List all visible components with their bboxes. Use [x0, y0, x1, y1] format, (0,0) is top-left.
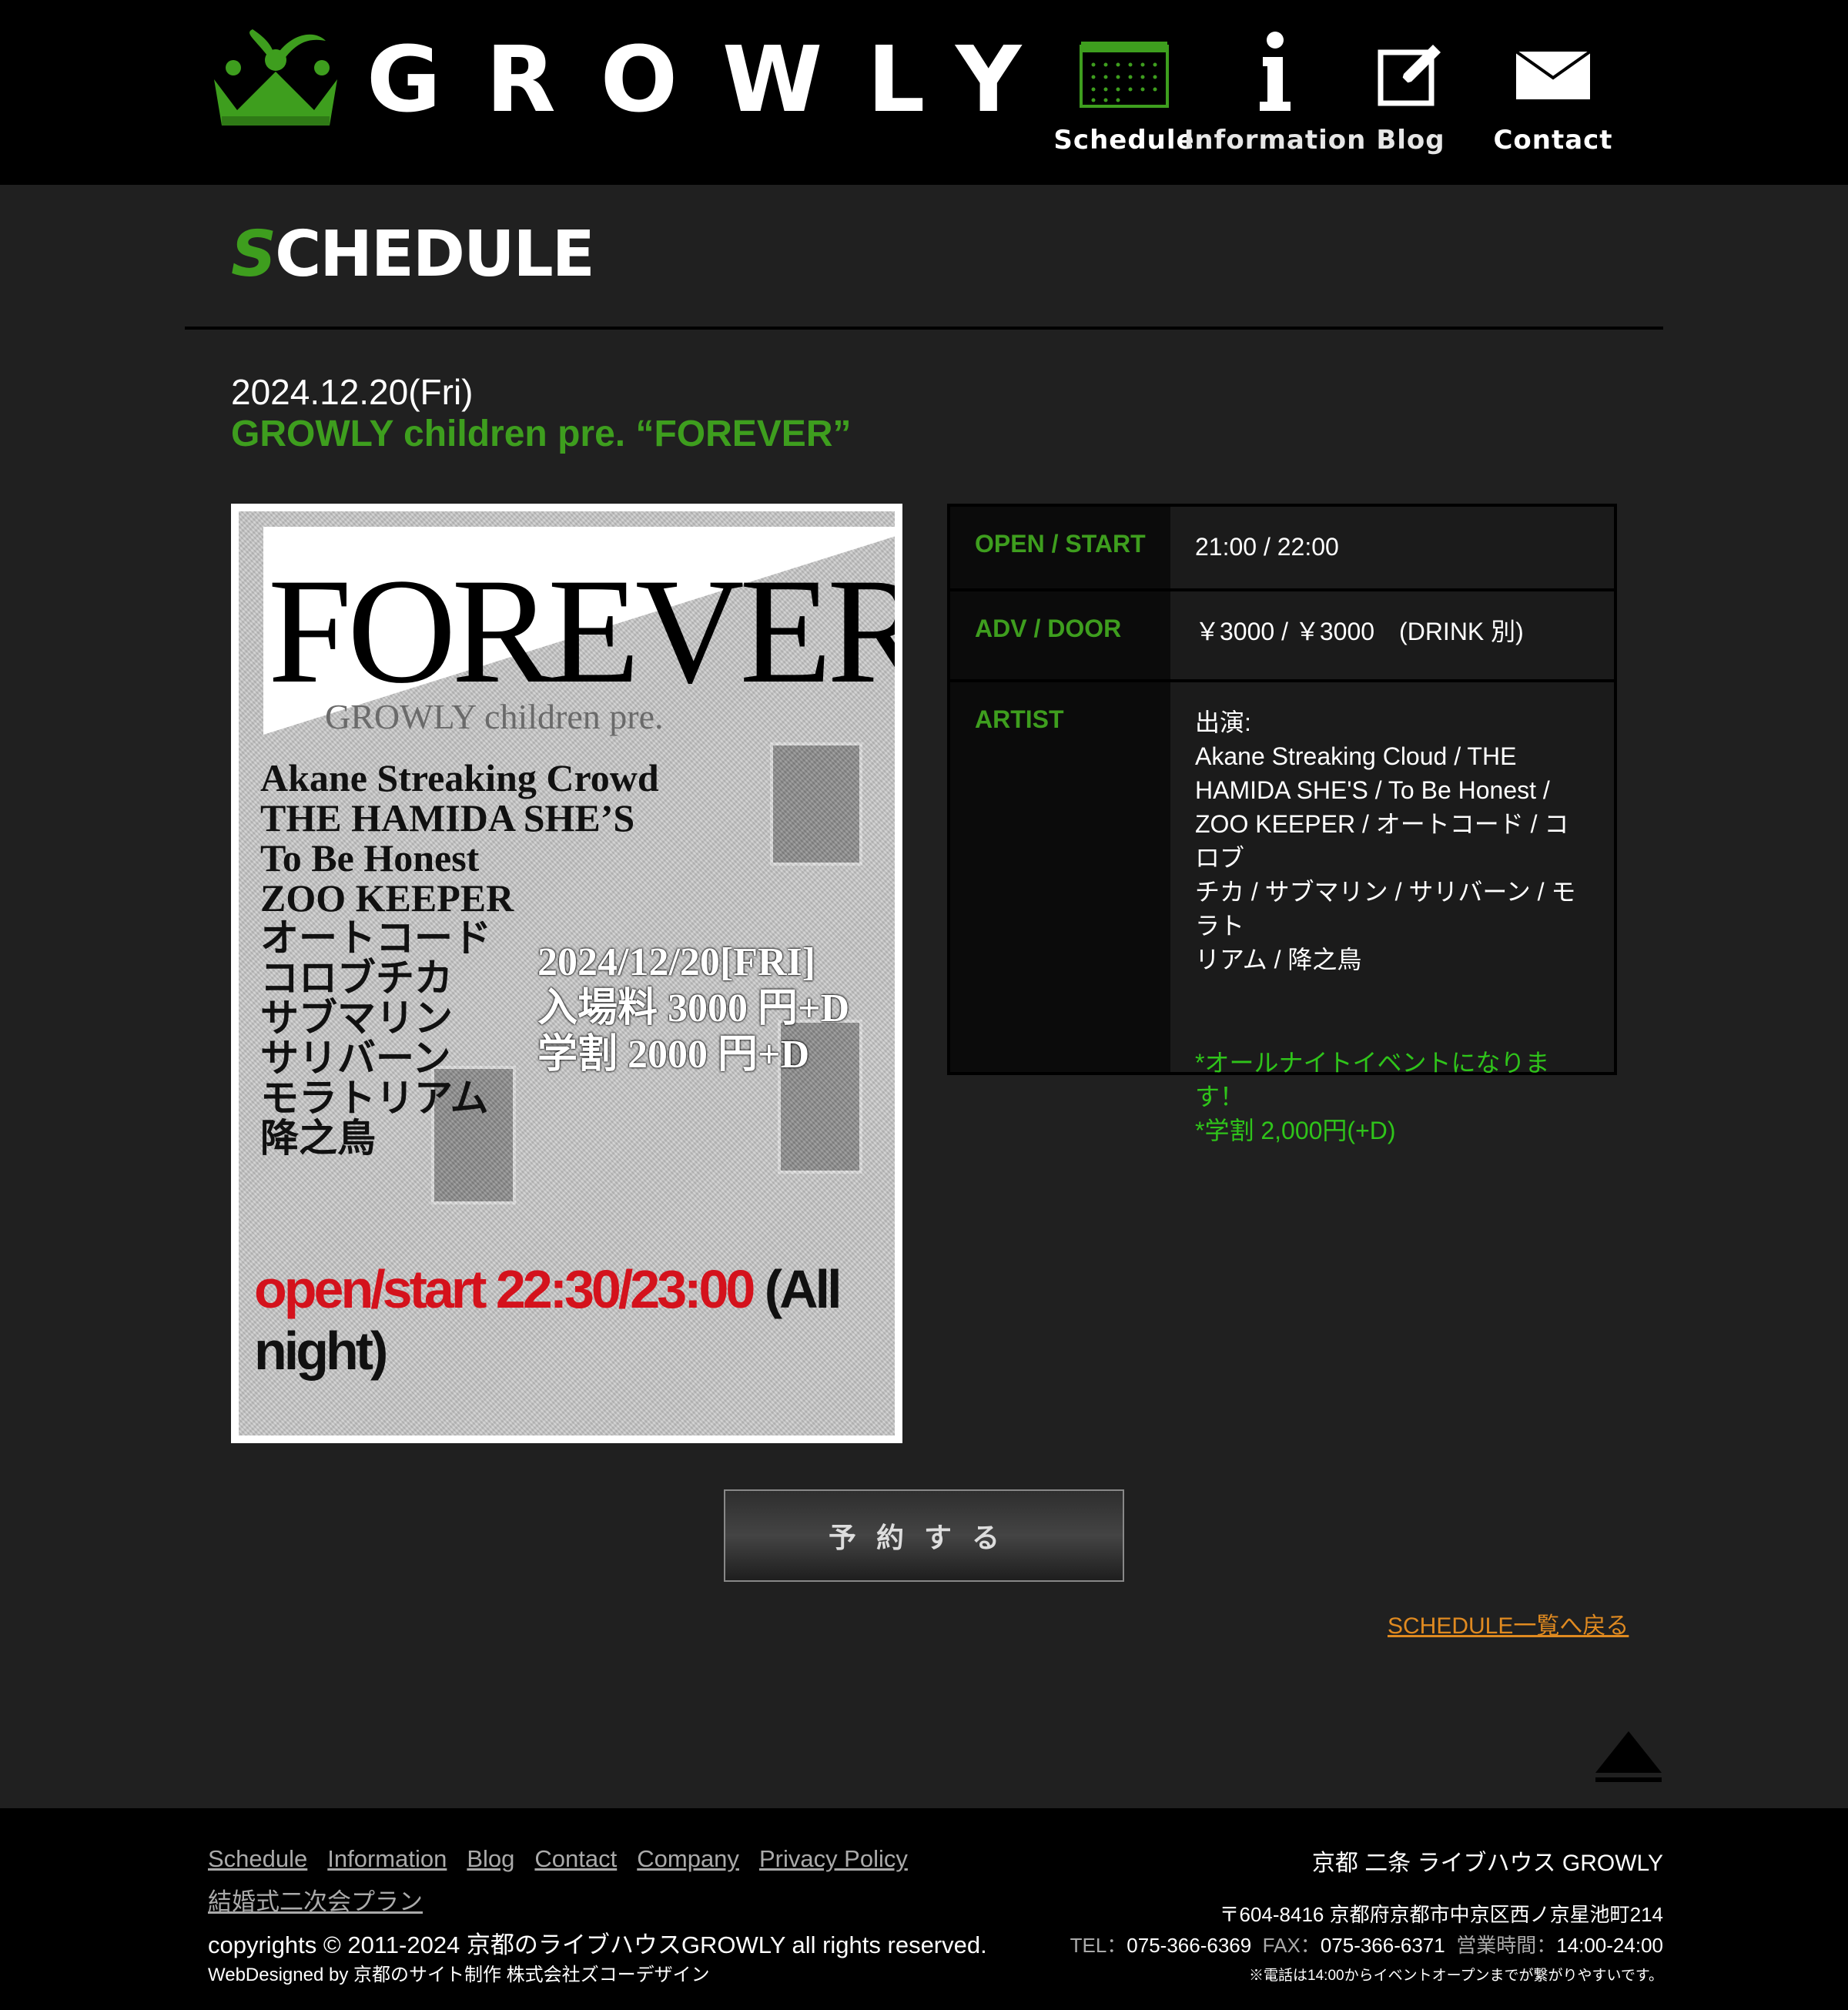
- artist-intro: 出演:: [1195, 709, 1251, 736]
- flyer-date: 2024/12/20[FRI]: [537, 940, 816, 984]
- flyer-open-start: open/start 22:30/23:00 (All night): [254, 1258, 895, 1382]
- footer-link-information[interactable]: Information: [327, 1845, 447, 1872]
- page-title-initial: S: [231, 218, 276, 291]
- mail-icon: [1515, 50, 1592, 99]
- page-title: SCHEDULE: [231, 223, 595, 286]
- table-row-open: OPEN / START 21:00 / 22:00: [950, 507, 1614, 591]
- fax-number: 075-366-6371: [1320, 1934, 1445, 1957]
- flyer-artist: THE HAMIDA SHE’S: [260, 796, 635, 839]
- student-discount-note: *学割 2,000円(+D): [1195, 1117, 1396, 1144]
- artist-value: 出演: Akane Streaking Cloud / THE HAMIDA S…: [1170, 682, 1614, 1144]
- artist-line: チカ / サブマリン / サリバーン / モラト: [1195, 878, 1576, 940]
- site-header: GROWLY Schedule Information Blog Contact: [0, 0, 1848, 185]
- info-icon: [1260, 32, 1291, 111]
- footer-link-privacy[interactable]: Privacy Policy: [759, 1845, 908, 1872]
- footer-link-blog[interactable]: Blog: [467, 1845, 514, 1872]
- allnight-note: *オールナイトイベントになります！: [1195, 1049, 1550, 1111]
- crown-icon: [214, 29, 337, 126]
- nav-contact[interactable]: Contact: [1493, 31, 1613, 156]
- artist-label: ARTIST: [950, 682, 1170, 1072]
- flyer-artist: ZOO KEEPER: [260, 876, 514, 920]
- fax-label: FAX：: [1262, 1934, 1321, 1957]
- flyer-artist: To Be Honest: [260, 836, 480, 879]
- tel-number: 075-366-6369: [1127, 1934, 1252, 1957]
- venue-address: 〒604-8416 京都府京都市中京区西ノ京星池町214: [1219, 1903, 1663, 1926]
- phone-note: ※電話は14:00からイベントオープンまでが繋がりやすいです。: [1249, 1968, 1663, 1984]
- calendar-icon: [1080, 42, 1169, 108]
- flyer-big-title: FOREVER: [268, 548, 895, 715]
- flyer-artist: 降之鳥: [260, 1117, 376, 1160]
- flyer-student: 学割 2000 円+D: [537, 1033, 810, 1077]
- event-flyer: FOREVER GROWLY children pre. Akane Strea…: [231, 504, 902, 1443]
- flyer-entry: 入場料 3000 円+D: [537, 987, 850, 1030]
- adv-value: ￥3000 / ￥3000 (DRINK 別): [1170, 591, 1614, 679]
- footer-link-company[interactable]: Company: [637, 1845, 739, 1872]
- footer-link-wedding-plan[interactable]: 結婚式二次会プラン: [208, 1888, 423, 1915]
- flyer-subtitle: GROWLY children pre.: [325, 697, 664, 736]
- footer-link-schedule[interactable]: Schedule: [208, 1845, 307, 1872]
- copyright: copyrights © 2011-2024 京都のライブハウスGROWLY a…: [208, 1931, 987, 1958]
- open-label: OPEN / START: [950, 507, 1170, 588]
- footer-nav: Schedule Information Blog Contact Company Pri…: [208, 1837, 978, 1924]
- hours-label: 営業時間：: [1456, 1934, 1557, 1957]
- web-designed-credit: WebDesigned by 京都のサイト制作 株式会社ズコーデザイン: [208, 1965, 710, 1985]
- event-date: 2024.12.20(Fri): [231, 372, 474, 412]
- flyer-open-time: open/start 22:30/23:00: [254, 1259, 755, 1319]
- growly-logo[interactable]: GROWLY: [206, 22, 1066, 137]
- reserve-button[interactable]: 予約する: [724, 1489, 1124, 1582]
- venue-contact-line: TEL：075-366-6369 FAX：075-366-6371 営業時間：1…: [1070, 1930, 1663, 1958]
- table-row-adv: ADV / DOOR ￥3000 / ￥3000 (DRINK 別): [950, 591, 1614, 682]
- nav-information-label: Information: [1183, 125, 1367, 156]
- business-hours: 14:00-24:00: [1556, 1934, 1663, 1957]
- site-footer: Schedule Information Blog Contact Company Pri…: [0, 1808, 1848, 2010]
- artist-line: リアム / 降之鳥: [1195, 946, 1362, 973]
- title-divider: [185, 327, 1663, 330]
- nav-information[interactable]: Information: [1184, 31, 1365, 156]
- nav-blog[interactable]: Blog: [1364, 31, 1457, 156]
- tel-label: TEL：: [1070, 1934, 1127, 1957]
- nav-contact-label: Contact: [1493, 125, 1613, 156]
- edit-icon: [1378, 45, 1441, 106]
- flyer-artist: モラトリアム: [260, 1077, 489, 1120]
- artist-line: HAMIDA SHE'S / To Be Honest /: [1195, 776, 1550, 804]
- event-title: GROWLY children pre. “FOREVER”: [231, 414, 852, 454]
- logo-text: GROWLY: [367, 26, 1066, 132]
- artist-line: ZOO KEEPER / オートコード / コロブ: [1195, 810, 1569, 872]
- main-nav: Schedule Information Blog Contact: [1053, 31, 1613, 156]
- footer-link-contact[interactable]: Contact: [534, 1845, 617, 1872]
- venue-name: 京都 二条 ライブハウス GROWLY: [1311, 1851, 1663, 1876]
- adv-label: ADV / DOOR: [950, 591, 1170, 679]
- nav-schedule[interactable]: Schedule: [1053, 31, 1194, 156]
- artist-line: Akane Streaking Cloud / THE: [1195, 742, 1517, 770]
- event-info-table: OPEN / START 21:00 / 22:00 ADV / DOOR ￥3…: [947, 504, 1617, 1144]
- page-top-icon[interactable]: [1592, 1728, 1665, 1785]
- open-value: 21:00 / 22:00: [1170, 507, 1614, 588]
- page-title-rest: CHEDULE: [275, 218, 595, 291]
- flyer-info: 2024/12/20[FRI] 入場料 3000 円+D 学割 2000 円+D: [537, 940, 849, 1078]
- nav-schedule-label: Schedule: [1053, 125, 1195, 156]
- flyer-artist: Akane Streaking Crowd: [260, 756, 659, 799]
- table-row-artist: ARTIST 出演: Akane Streaking Cloud / THE H…: [950, 682, 1614, 1144]
- nav-blog-label: Blog: [1376, 125, 1445, 156]
- back-to-schedule-link[interactable]: SCHEDULE一覧へ戻る: [1388, 1606, 1629, 1640]
